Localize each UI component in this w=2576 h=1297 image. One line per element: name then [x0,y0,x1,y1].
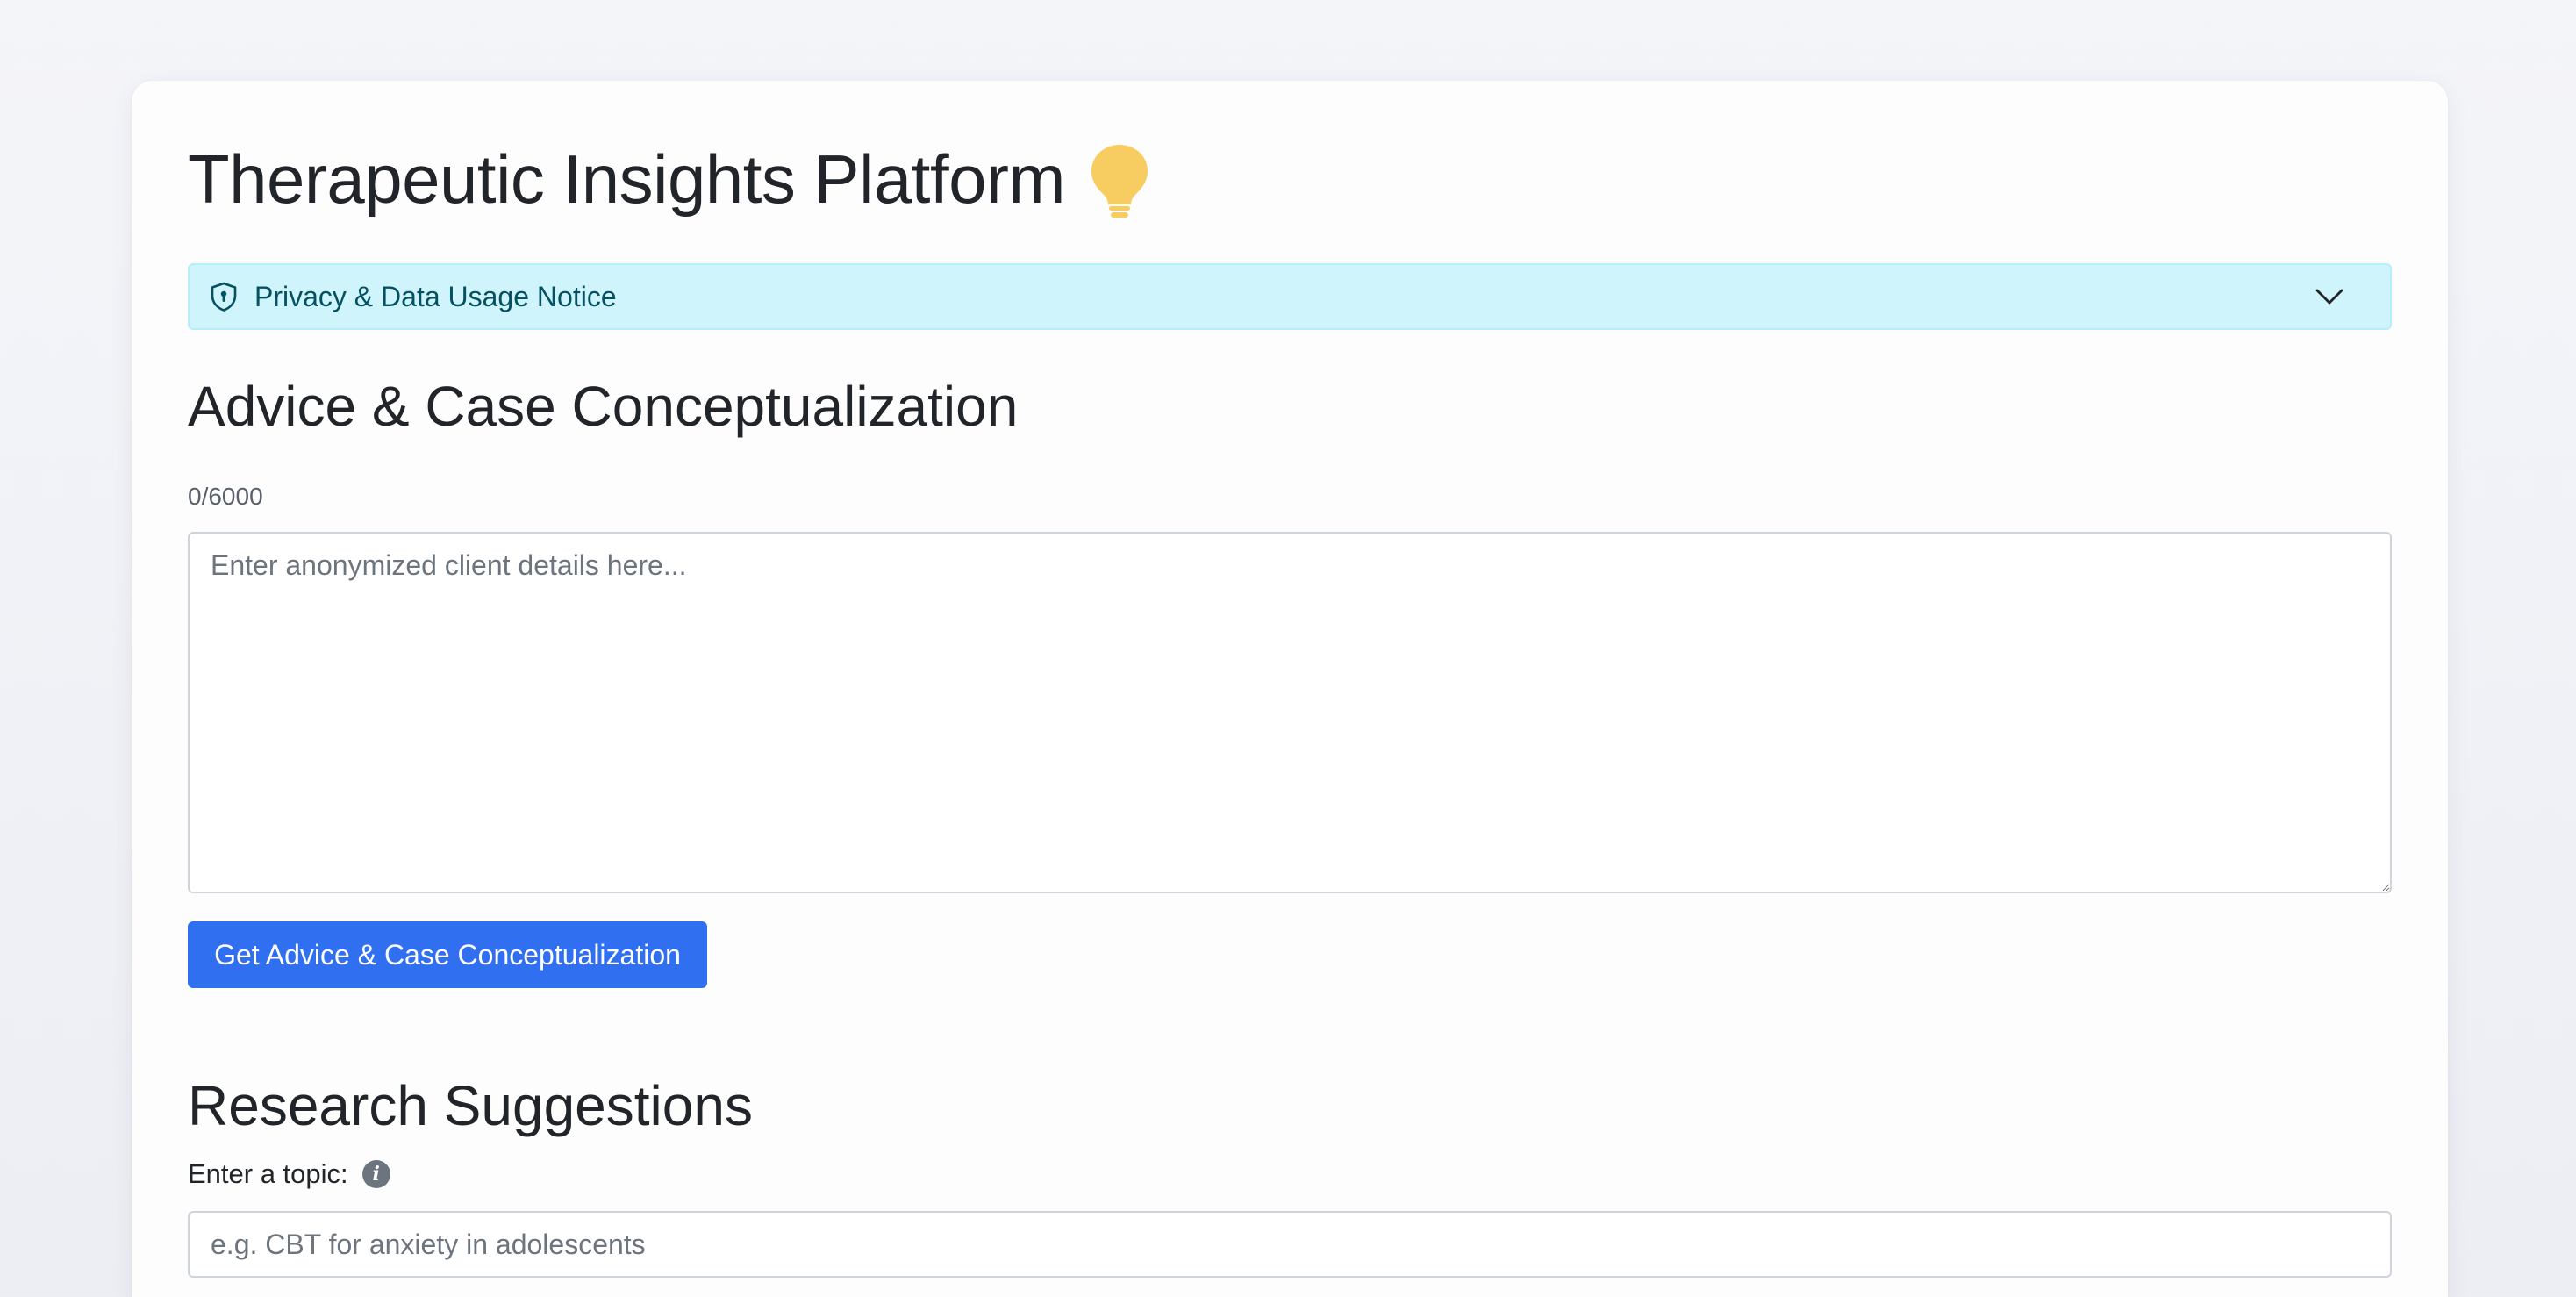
privacy-notice-toggle[interactable]: Privacy & Data Usage Notice [188,263,2392,330]
chevron-down-icon[interactable] [2315,287,2344,306]
get-advice-button[interactable]: Get Advice & Case Conceptualization [188,921,707,988]
title-row: Therapeutic Insights Platform [188,137,1151,221]
page-title: Therapeutic Insights Platform [188,140,1065,218]
character-counter: 0/6000 [188,483,263,510]
privacy-notice-label: Privacy & Data Usage Notice [254,280,617,312]
topic-input[interactable] [188,1211,2392,1278]
client-details-textarea[interactable] [188,532,2392,893]
topic-label: Enter a topic: [188,1158,348,1189]
info-icon[interactable]: i [361,1160,390,1188]
advice-section-heading: Advice & Case Conceptualization [188,375,1019,438]
shield-icon [211,282,237,312]
main-card: Therapeutic Insights Platform Privacy & … [132,81,2448,1297]
topic-label-row: Enter a topic: i [188,1157,390,1192]
lightbulb-icon [1091,145,1148,218]
research-section-heading: Research Suggestions [188,1074,753,1137]
